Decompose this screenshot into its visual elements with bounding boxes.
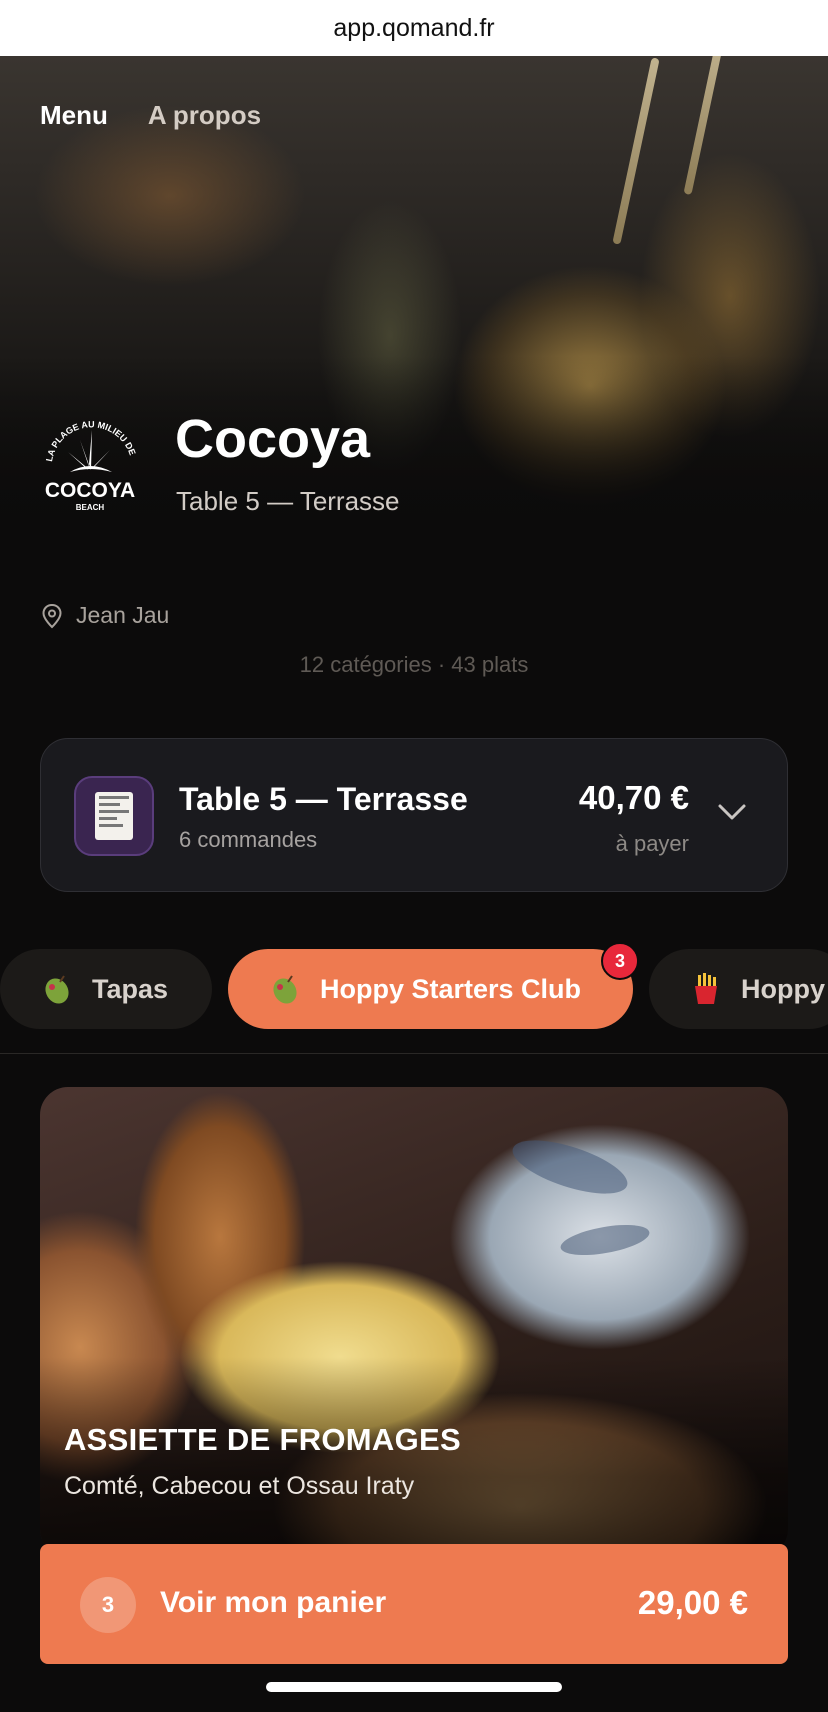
order-count: 6 commandes: [179, 827, 318, 852]
dish-title: ASSIETTE DE FROMAGES: [64, 1422, 461, 1457]
cart-count-badge: 3: [601, 942, 639, 980]
location-pin-icon: [42, 603, 62, 628]
view-cart-button[interactable]: 3 Voir mon panier 29,00 €: [40, 1544, 788, 1664]
olive-icon: [273, 975, 297, 1004]
table-order-card[interactable]: Table 5 — Terrasse 6 commandes 40,70 € à…: [40, 738, 788, 892]
olive-icon: [45, 975, 69, 1004]
logo-sub: BEACH: [76, 503, 105, 512]
cart-total: 29,00 €: [637, 1584, 748, 1621]
cheese-vein: [558, 1219, 652, 1261]
home-indicator[interactable]: [266, 1682, 562, 1692]
tab-label: Hoppy Starters Club: [320, 973, 582, 1004]
restaurant-name: Cocoya: [175, 409, 371, 469]
divider: [0, 1053, 828, 1054]
fries-icon: [695, 973, 717, 1004]
dish-description: Comté, Cabecou et Ossau Iraty: [64, 1472, 415, 1500]
restaurant-logo: LA PLAGE AU MILIEU DES VIGNES COCOYA BEA…: [40, 400, 138, 512]
tab-hoppy-starters-club[interactable]: Hoppy Starters Club: [228, 949, 633, 1029]
cart-label: Voir mon panier: [160, 1586, 387, 1619]
order-amount-label: à payer: [615, 831, 689, 856]
logo-arc-text: LA PLAGE AU MILIEU DES VIGNES: [40, 400, 138, 462]
featured-dish-card[interactable]: ASSIETTE DE FROMAGES Comté, Cabecou et O…: [40, 1087, 788, 1557]
receipt-icon: [74, 776, 154, 856]
tab-label: Tapas: [92, 973, 169, 1004]
order-table-title: Table 5 — Terrasse: [179, 781, 468, 817]
skewer-decoration: [612, 57, 660, 245]
nav-menu-link[interactable]: Menu: [40, 100, 108, 131]
top-nav: Menu A propos: [40, 100, 261, 131]
tab-tapas[interactable]: Tapas: [0, 949, 212, 1029]
cart-item-count: 3: [80, 1577, 136, 1633]
chevron-down-icon[interactable]: [715, 794, 749, 828]
browser-url-bar[interactable]: app.qomand.fr: [0, 0, 828, 56]
table-label: Table 5 — Terrasse: [176, 486, 400, 516]
svg-text:LA PLAGE AU MILIEU DES VIGNES: LA PLAGE AU MILIEU DES VIGNES: [40, 400, 138, 462]
nav-about-link[interactable]: A propos: [148, 100, 261, 131]
cheese-vein: [506, 1129, 634, 1205]
logo-name: COCOYA: [45, 479, 135, 502]
order-amount: 40,70 €: [578, 779, 689, 816]
category-tabs: Tapas Hoppy Starters Club Hoppy: [0, 949, 828, 1029]
tab-hoppy[interactable]: Hoppy: [649, 949, 828, 1029]
menu-counts: 12 catégories · 43 plats: [299, 652, 529, 677]
location-text: Jean Jau: [76, 602, 170, 628]
tab-label: Hoppy: [741, 973, 825, 1004]
url-text: app.qomand.fr: [333, 13, 495, 42]
skewer-decoration: [683, 56, 725, 196]
location: Jean Jau: [40, 602, 169, 629]
